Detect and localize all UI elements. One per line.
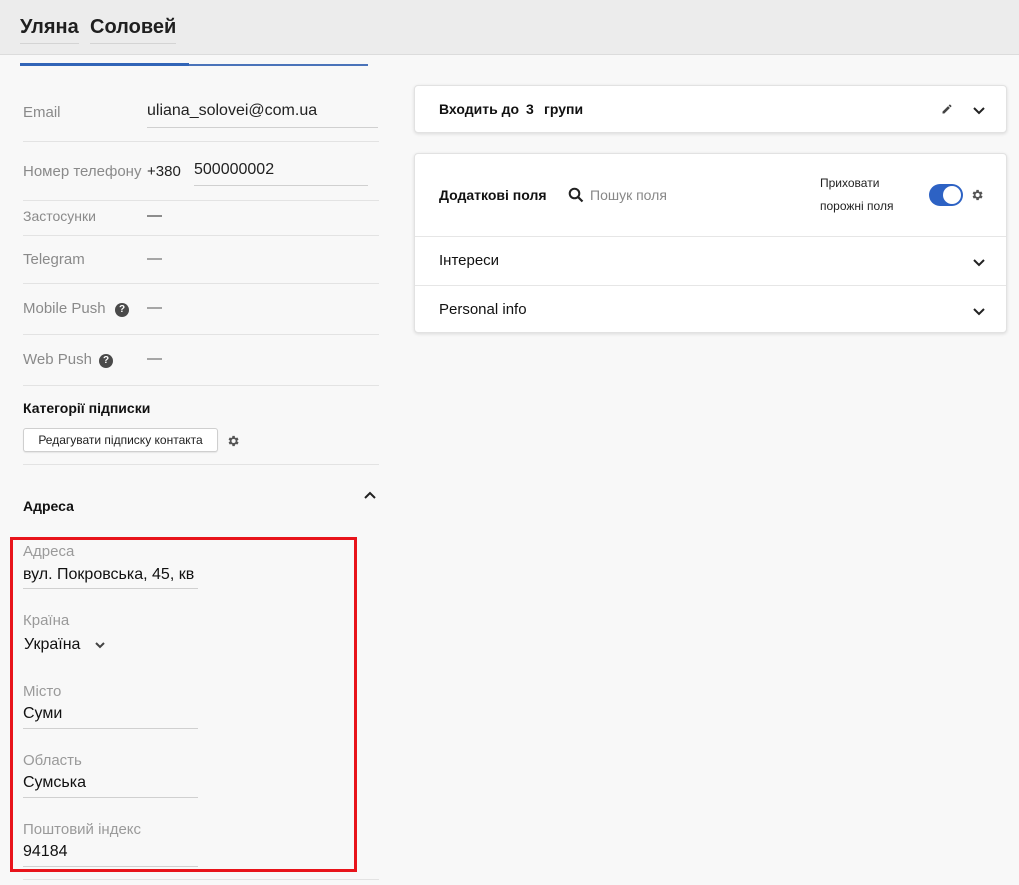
groups-card[interactable]: Входить до 3 групи	[414, 85, 1007, 133]
help-icon[interactable]: ?	[99, 354, 113, 368]
divider	[23, 200, 379, 201]
telegram-label: Telegram	[23, 251, 85, 268]
contact-header: Уляна Соловей	[0, 0, 1019, 55]
address-section-title: Адреса	[23, 498, 74, 514]
extra-fields-title: Додаткові поля	[439, 187, 547, 203]
chevron-down-icon[interactable]	[972, 106, 986, 116]
telegram-value: —	[147, 250, 162, 267]
apps-value: —	[147, 207, 162, 224]
gear-icon[interactable]	[970, 188, 984, 202]
phone-field-underline	[194, 185, 368, 186]
edit-subscription-button[interactable]: Редагувати підписку контакта	[23, 428, 218, 452]
divider	[23, 464, 379, 465]
web-push-value: —	[147, 350, 162, 367]
divider	[415, 236, 1006, 237]
chevron-down-icon[interactable]	[972, 258, 986, 268]
gear-icon[interactable]	[226, 434, 240, 448]
divider	[23, 235, 379, 236]
email-label: Email	[23, 104, 61, 121]
phone-number-field[interactable]: 500000002	[194, 161, 274, 179]
divider	[23, 879, 379, 880]
apps-label: Застосунки	[23, 208, 96, 224]
hide-empty-fields-toggle[interactable]	[929, 184, 963, 206]
contact-first-name[interactable]: Уляна	[20, 16, 79, 44]
help-icon[interactable]: ?	[115, 303, 129, 317]
chevron-down-icon[interactable]	[972, 307, 986, 317]
search-icon[interactable]	[568, 187, 584, 203]
extra-fields-card: Додаткові поля Пошук поля Приховати поро…	[414, 153, 1007, 333]
web-push-label: Web Push	[23, 351, 92, 368]
toggle-knob	[943, 186, 961, 204]
email-field-underline	[147, 127, 378, 128]
hide-empty-label-line1: Приховати	[820, 176, 880, 190]
divider	[23, 334, 379, 335]
hide-empty-label-line2: порожні поля	[820, 199, 894, 213]
highlight-box	[10, 537, 357, 872]
groups-count: 3	[526, 101, 534, 117]
divider	[23, 283, 379, 284]
phone-label: Номер телефону	[23, 163, 142, 180]
groups-suffix: групи	[544, 101, 584, 117]
divider	[415, 285, 1006, 286]
subscription-categories-title: Категорії підписки	[23, 400, 151, 416]
chevron-up-icon[interactable]	[363, 490, 377, 500]
groups-prefix: Входить до	[439, 101, 520, 117]
mobile-push-value: —	[147, 299, 162, 316]
field-search-input[interactable]: Пошук поля	[590, 187, 667, 203]
phone-country-code[interactable]: +380	[147, 163, 181, 180]
extra-field-row-interests[interactable]: Інтереси	[439, 252, 499, 269]
email-field[interactable]: uliana_solovei@com.ua	[147, 102, 317, 120]
contact-last-name[interactable]: Соловей	[90, 16, 177, 44]
extra-field-row-personal-info[interactable]: Personal info	[439, 301, 527, 318]
divider	[23, 141, 379, 142]
pencil-icon[interactable]	[941, 103, 953, 115]
mobile-push-label: Mobile Push	[23, 300, 106, 317]
tab-active-indicator	[20, 63, 189, 66]
divider	[23, 385, 379, 386]
